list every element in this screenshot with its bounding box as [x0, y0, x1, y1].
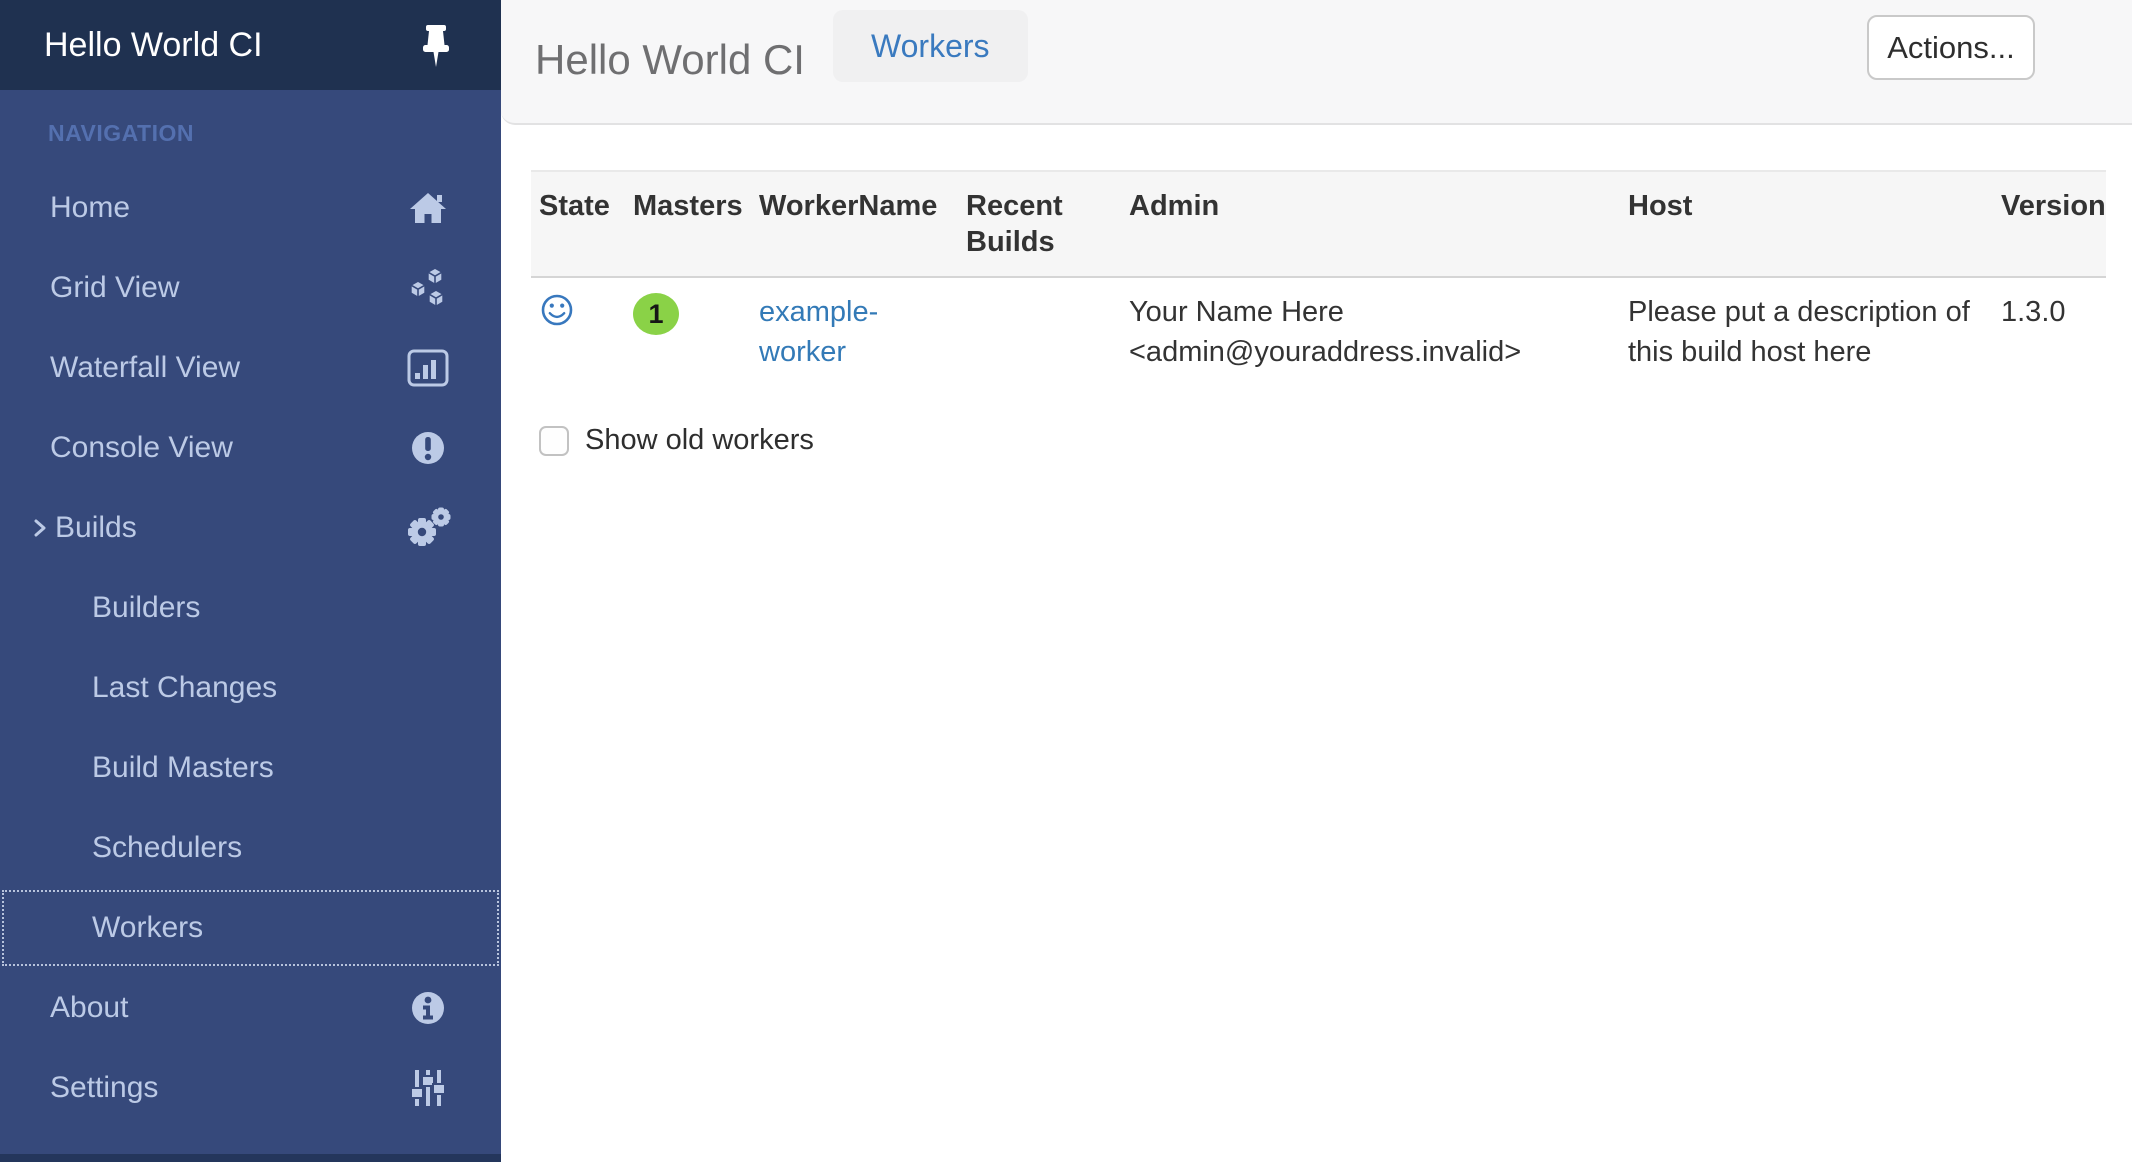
bar-chart-icon: [405, 328, 451, 408]
main-header: Hello World CI Workers Actions...: [501, 0, 2132, 125]
actions-button[interactable]: Actions...: [1867, 15, 2035, 80]
col-masters: Masters: [625, 171, 751, 277]
col-recent-builds: Recent Builds: [958, 171, 1121, 277]
exclamation-circle-icon: [405, 408, 451, 488]
workername-cell: example-worker: [751, 277, 958, 386]
sidebar-item-workers[interactable]: Workers: [0, 888, 501, 968]
workers-table: State Masters WorkerName Recent Builds A…: [531, 170, 2106, 386]
page-title: Hello World CI: [535, 0, 805, 123]
sidebar-item-home[interactable]: Home: [0, 168, 501, 248]
sidebar-item-last-changes[interactable]: Last Changes: [0, 648, 501, 728]
main-area: Hello World CI Workers Actions... State …: [501, 0, 2132, 1162]
table-header-row: State Masters WorkerName Recent Builds A…: [531, 171, 2106, 277]
nav-caption: NAVIGATION: [48, 120, 194, 147]
version-cell: 1.3.0: [1993, 277, 2106, 386]
sidebar-item-build-masters[interactable]: Build Masters: [0, 728, 501, 808]
sidebar-item-schedulers[interactable]: Schedulers: [0, 808, 501, 888]
home-icon: [405, 168, 451, 248]
tab-workers[interactable]: Workers: [833, 10, 1028, 82]
worker-link[interactable]: example-worker: [759, 296, 878, 368]
sidebar-item-builds[interactable]: Builds: [0, 488, 501, 568]
pin-icon[interactable]: [419, 24, 453, 70]
sidebar: Hello World CI NAVIGATION Home: [0, 0, 501, 1162]
nav-list: Home Grid View: [0, 168, 501, 1128]
col-admin: Admin: [1121, 171, 1620, 277]
show-old-workers-row: Show old workers: [531, 424, 2106, 457]
show-old-workers-checkbox[interactable]: [539, 426, 569, 456]
sidebar-item-builders[interactable]: Builders: [0, 568, 501, 648]
recent-builds-cell: [958, 277, 1121, 386]
sidebar-item-waterfall-view[interactable]: Waterfall View: [0, 328, 501, 408]
cogs-icon: [405, 488, 451, 568]
sidebar-item-settings[interactable]: Settings: [0, 1048, 501, 1128]
col-host: Host: [1620, 171, 1993, 277]
col-state: State: [531, 171, 625, 277]
sidebar-item-about[interactable]: About: [0, 968, 501, 1048]
host-cell: Please put a description of this build h…: [1620, 277, 1993, 386]
workers-content: State Masters WorkerName Recent Builds A…: [531, 170, 2106, 457]
admin-cell: Your Name Here <admin@youraddress.invali…: [1121, 277, 1620, 386]
app-title[interactable]: Hello World CI: [44, 0, 263, 90]
sidebar-header: Hello World CI: [0, 0, 501, 90]
info-circle-icon: [405, 968, 451, 1048]
sidebar-footer: [0, 1154, 501, 1162]
col-workername: WorkerName: [751, 171, 958, 277]
table-row: 1 example-worker Your Name Here <admin@y…: [531, 277, 2106, 386]
masters-count-badge: 1: [633, 293, 679, 335]
sidebar-item-grid-view[interactable]: Grid View: [0, 248, 501, 328]
show-old-workers-label[interactable]: Show old workers: [585, 424, 814, 457]
sidebar-item-console-view[interactable]: Console View: [0, 408, 501, 488]
cubes-icon: [405, 248, 451, 328]
sliders-icon: [405, 1048, 451, 1128]
col-version: Version: [1993, 171, 2106, 277]
smiley-icon: [539, 303, 575, 335]
masters-cell: 1: [625, 277, 751, 386]
chevron-right-icon: [28, 516, 52, 540]
state-cell: [531, 277, 625, 386]
